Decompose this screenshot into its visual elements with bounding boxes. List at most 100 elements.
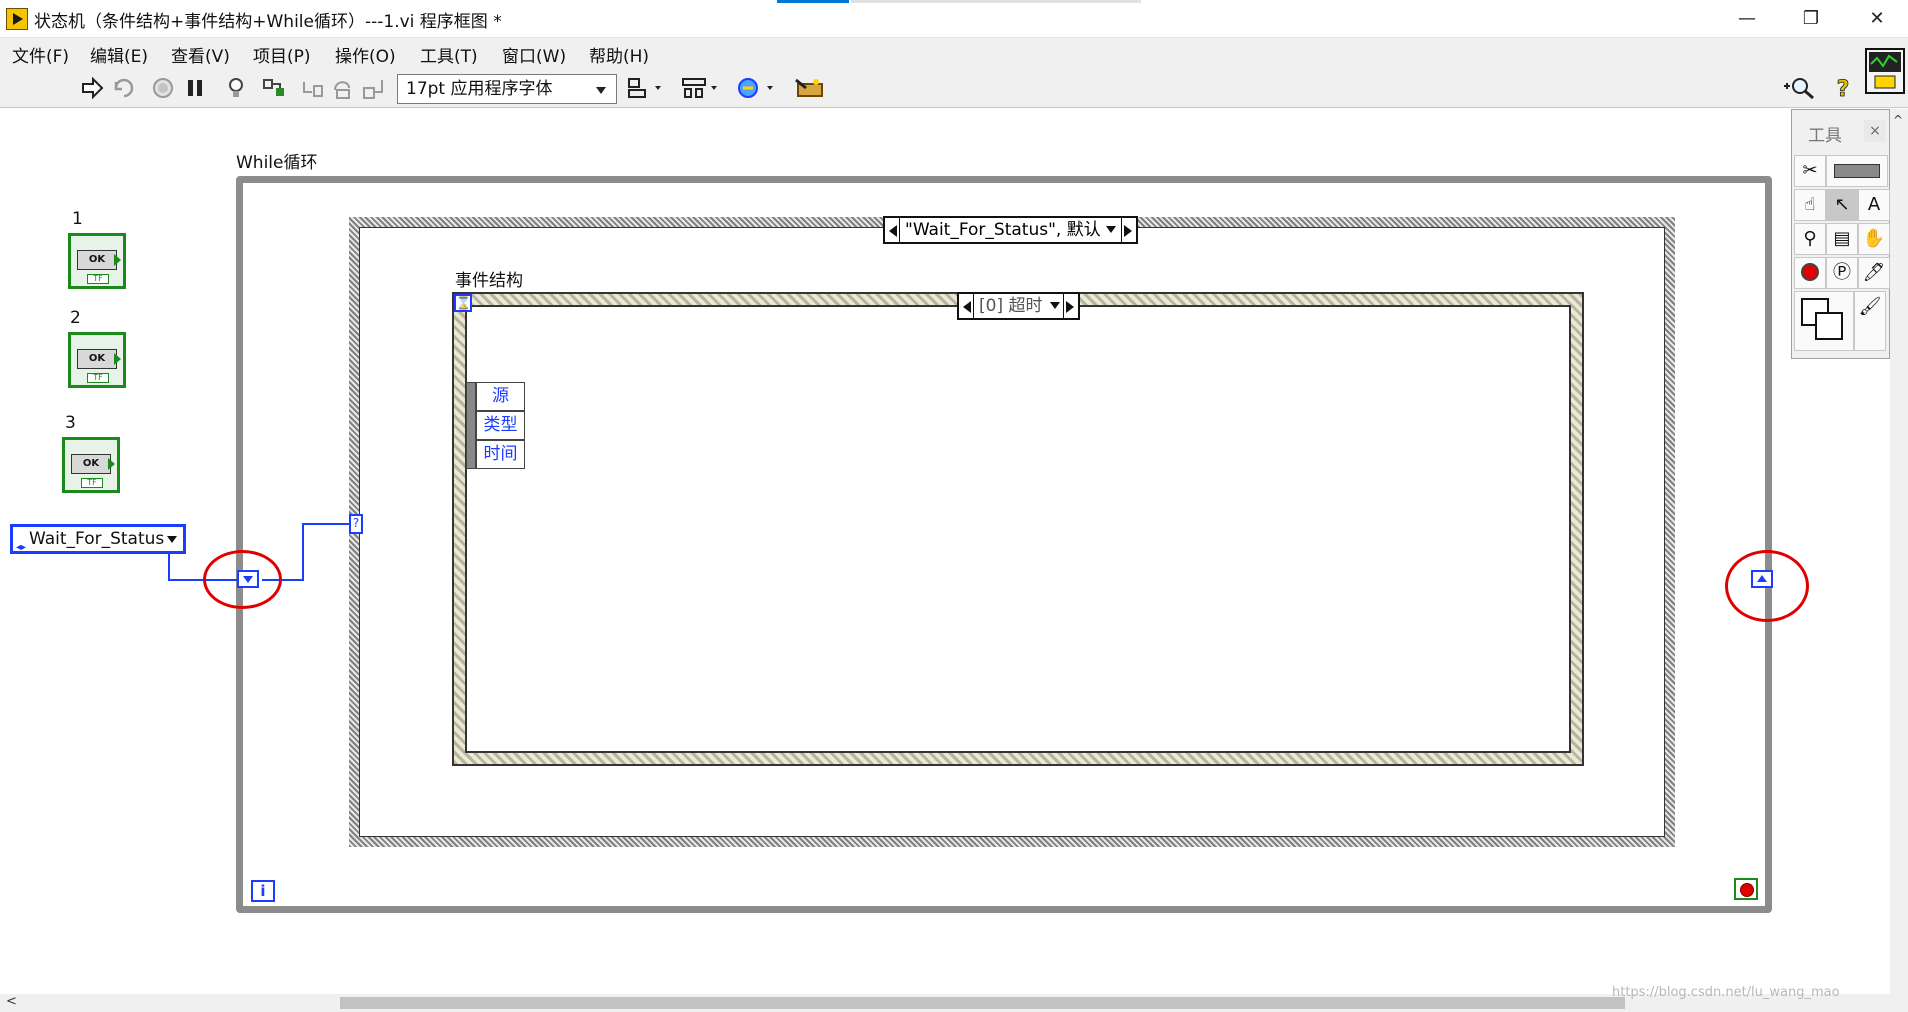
- set-color-swatch-icon[interactable]: [1794, 291, 1854, 351]
- wire-segment[interactable]: [168, 554, 170, 581]
- boolean-type-badge: TF: [87, 373, 109, 383]
- increment-case-icon[interactable]: [1124, 225, 1132, 237]
- minimize-button[interactable]: —: [1716, 0, 1778, 38]
- output-terminal-icon: [114, 353, 121, 365]
- help-icon[interactable]: ?: [1831, 76, 1855, 100]
- enum-constant[interactable]: ◂▸ Wait_For_Status: [10, 524, 186, 554]
- while-loop-label: While循环: [236, 153, 318, 173]
- case-selector-label[interactable]: "Wait_For_Status", 默认: [883, 216, 1138, 244]
- chevron-down-icon: [167, 536, 177, 543]
- output-terminal-icon: [108, 458, 115, 470]
- title-bar: 状态机（条件结构+事件结构+While循环）---1.vi 程序框图 * — ❐…: [0, 0, 1908, 38]
- event-structure[interactable]: [452, 292, 1584, 766]
- scroll-window-hand-icon[interactable]: ✋: [1858, 223, 1890, 255]
- output-terminal-icon: [114, 254, 121, 266]
- menu-view[interactable]: 查看(V): [171, 42, 230, 67]
- automatic-tool-selection-icon[interactable]: ✂: [1794, 155, 1826, 187]
- vi-icon-thumbnail[interactable]: [1865, 48, 1905, 94]
- position-size-select-cursor-icon[interactable]: ↖: [1826, 189, 1858, 221]
- chevron-down-icon[interactable]: [1050, 302, 1060, 309]
- tools-palette-title: 工具: [1808, 126, 1842, 146]
- coloring-brush-icon[interactable]: 🖌: [1854, 291, 1886, 351]
- menu-bar: 文件(F) 编辑(E) 查看(V) 项目(P) 操作(O) 工具(T) 窗口(W…: [0, 38, 1908, 68]
- tools-palette-header: 工具 ×: [1792, 110, 1889, 150]
- edit-text-icon[interactable]: A: [1858, 189, 1890, 221]
- pause-icon[interactable]: [183, 76, 207, 100]
- scroll-up-icon[interactable]: ^: [1893, 113, 1903, 127]
- control-label-2: 2: [70, 308, 81, 328]
- window-title: 状态机（条件结构+事件结构+While循环）---1.vi 程序框图 *: [34, 12, 502, 32]
- abort-icon[interactable]: [151, 76, 175, 100]
- scroll-left-icon[interactable]: <: [6, 994, 17, 1009]
- operate-value-hand-icon[interactable]: ☝: [1794, 189, 1826, 221]
- menu-file[interactable]: 文件(F): [12, 42, 69, 67]
- retain-wire-values-icon[interactable]: [262, 76, 286, 100]
- ok-button-caption: OK: [71, 454, 111, 474]
- menu-help[interactable]: 帮助(H): [589, 42, 649, 67]
- decrement-case-icon[interactable]: [889, 225, 897, 237]
- clean-up-diagram-icon[interactable]: [792, 76, 826, 100]
- wire-segment[interactable]: [302, 523, 349, 525]
- ok-button-terminal-3[interactable]: OK TF: [62, 437, 120, 493]
- tools-palette-close-icon[interactable]: ×: [1864, 120, 1886, 142]
- title-accent-bar-2: [851, 0, 1141, 3]
- object-shortcut-menu-icon[interactable]: ▤: [1826, 223, 1858, 255]
- menu-project[interactable]: 项目(P): [253, 42, 311, 67]
- chevron-down-icon[interactable]: [1106, 226, 1116, 233]
- wire-segment[interactable]: [302, 523, 304, 581]
- align-objects-icon[interactable]: [627, 76, 667, 100]
- chevron-down-icon: [596, 87, 606, 94]
- title-accent-bar: [777, 0, 849, 3]
- close-button[interactable]: ✕: [1846, 0, 1908, 38]
- probe-data-icon[interactable]: Ⓟ: [1826, 257, 1858, 289]
- event-selector-label[interactable]: [0] 超时: [957, 292, 1080, 320]
- event-data-type[interactable]: 类型: [476, 411, 525, 440]
- search-icon[interactable]: [1782, 76, 1816, 100]
- iteration-terminal[interactable]: i: [251, 880, 275, 902]
- automatic-selection-indicator: [1826, 155, 1888, 187]
- highlight-execution-icon[interactable]: [224, 76, 248, 100]
- event-data-node[interactable]: 源 类型 时间: [466, 382, 525, 469]
- ok-button-terminal-1[interactable]: OK TF: [68, 233, 126, 289]
- set-clear-breakpoint-icon[interactable]: [1794, 257, 1826, 289]
- event-data-node-handle[interactable]: [466, 382, 476, 469]
- event-structure-label: 事件结构: [455, 271, 523, 291]
- labview-app-icon: [6, 8, 28, 30]
- tools-palette: 工具 × ✂ ☝ ↖ A ⚲ ▤ ✋ Ⓟ 🖊 🖌: [1791, 109, 1890, 359]
- background-color-swatch: [1815, 312, 1843, 340]
- step-into-icon[interactable]: [300, 76, 324, 100]
- enum-constant-value: Wait_For_Status: [29, 529, 165, 549]
- run-arrow-icon[interactable]: [80, 76, 104, 100]
- vertical-scrollbar[interactable]: ^: [1890, 109, 1908, 994]
- indicator-bar: [1834, 164, 1880, 178]
- increment-event-icon[interactable]: [1066, 301, 1074, 313]
- labview-block-diagram-window: 状态机（条件结构+事件结构+While循环）---1.vi 程序框图 * — ❐…: [0, 0, 1908, 1012]
- ok-button-caption: OK: [77, 349, 117, 369]
- decrement-event-icon[interactable]: [963, 301, 971, 313]
- event-data-source[interactable]: 源: [476, 382, 525, 411]
- loop-condition-stop-icon[interactable]: [1734, 878, 1758, 900]
- event-data-time[interactable]: 时间: [476, 440, 525, 469]
- run-continuously-icon[interactable]: [112, 76, 136, 100]
- get-color-dropper-icon[interactable]: 🖊: [1858, 257, 1890, 289]
- step-over-icon[interactable]: [331, 76, 355, 100]
- maximize-button[interactable]: ❐: [1780, 0, 1842, 38]
- svg-text:?: ?: [1837, 77, 1850, 100]
- distribute-objects-icon[interactable]: [681, 76, 721, 100]
- horizontal-scrollbar-thumb[interactable]: [340, 997, 1625, 1009]
- reorder-icon[interactable]: [737, 76, 777, 100]
- font-select[interactable]: 17pt 应用程序字体: [397, 74, 617, 104]
- step-out-icon[interactable]: [362, 76, 386, 100]
- timeout-hourglass-icon[interactable]: ⌛: [454, 294, 472, 312]
- menu-tools[interactable]: 工具(T): [420, 42, 478, 67]
- menu-operate[interactable]: 操作(O): [335, 42, 396, 67]
- connect-wire-spool-icon[interactable]: ⚲: [1794, 223, 1826, 255]
- case-selector-terminal[interactable]: ?: [349, 514, 363, 534]
- watermark-text: https://blog.csdn.net/lu_wang_mao: [1612, 985, 1840, 1000]
- annotation-circle-left: [203, 550, 282, 609]
- menu-window[interactable]: 窗口(W): [502, 42, 566, 67]
- menu-edit[interactable]: 编辑(E): [90, 42, 148, 67]
- font-select-value: 17pt 应用程序字体: [406, 79, 553, 99]
- ok-button-terminal-2[interactable]: OK TF: [68, 332, 126, 388]
- selector-divider: [1063, 294, 1064, 318]
